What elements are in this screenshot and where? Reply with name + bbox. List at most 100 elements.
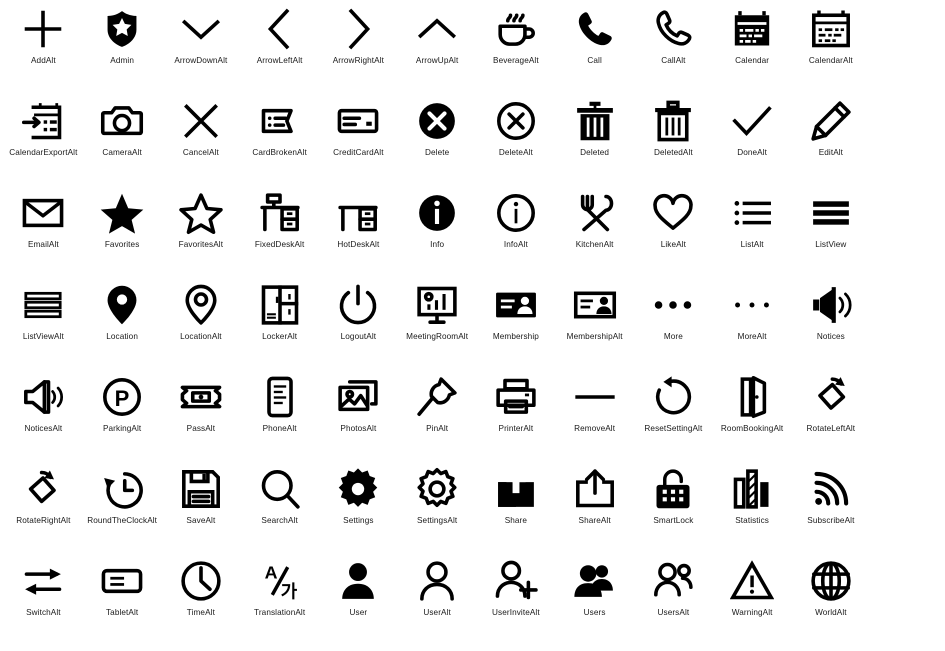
icon-cell-cameraalt[interactable]: CameraAlt — [87, 98, 158, 190]
icon-cell-donealt[interactable]: DoneAlt — [717, 98, 788, 190]
icon-cell-delete[interactable]: Delete — [402, 98, 473, 190]
icon-cell-favoritesalt[interactable]: FavoritesAlt — [166, 190, 237, 282]
icon-label: LockerAlt — [262, 332, 298, 341]
icon-cell-membershipalt[interactable]: MembershipAlt — [559, 282, 630, 374]
icon-cell-phonealt[interactable]: PhoneAlt — [244, 374, 315, 466]
icon-cell-roombookingalt[interactable]: RoomBookingAlt — [717, 374, 788, 466]
icon-cell-locationalt[interactable]: LocationAlt — [166, 282, 237, 374]
info-outline-icon — [493, 190, 539, 236]
icon-cell-settings[interactable]: Settings — [323, 466, 394, 558]
icon-cell-searchalt[interactable]: SearchAlt — [244, 466, 315, 558]
icon-cell-editalt[interactable]: EditAlt — [796, 98, 867, 190]
icon-cell-translationalt[interactable]: TranslationAlt — [244, 558, 315, 650]
icon-label: RoomBookingAlt — [720, 424, 784, 433]
icon-cell-listviewalt[interactable]: ListViewAlt — [8, 282, 79, 374]
id-card-filled-icon — [493, 282, 539, 328]
icon-cell-admin[interactable]: Admin — [87, 6, 158, 98]
icon-cell-kitchenalt[interactable]: KitchenAlt — [559, 190, 630, 282]
icon-label: UsersAlt — [657, 608, 690, 617]
icon-cell-hotdeskalt[interactable]: HotDeskAlt — [323, 190, 394, 282]
icon-cell-switchalt[interactable]: SwitchAlt — [8, 558, 79, 650]
icon-cell-removealt[interactable]: RemoveAlt — [559, 374, 630, 466]
icon-cell-callalt[interactable]: CallAlt — [638, 6, 709, 98]
icon-cell-logoutalt[interactable]: LogoutAlt — [323, 282, 394, 374]
icon-cell-resetsettingalt[interactable]: ResetSettingAlt — [638, 374, 709, 466]
icon-cell-user[interactable]: User — [323, 558, 394, 650]
chevron-down-icon — [178, 6, 224, 52]
icon-cell-useralt[interactable]: UserAlt — [402, 558, 473, 650]
icon-cell-timealt[interactable]: TimeAlt — [166, 558, 237, 650]
icon-cell-noticesalt[interactable]: NoticesAlt — [8, 374, 79, 466]
icon-cell-more[interactable]: More — [638, 282, 709, 374]
icon-label: DoneAlt — [737, 148, 768, 157]
icon-cell-lockeralt[interactable]: LockerAlt — [244, 282, 315, 374]
icon-cell-warningalt[interactable]: WarningAlt — [717, 558, 788, 650]
icon-cell-rotaterightalt[interactable]: RotateRightAlt — [8, 466, 79, 558]
icon-cell-creditcardalt[interactable]: CreditCardAlt — [323, 98, 394, 190]
minus-icon — [572, 374, 618, 420]
clock-icon — [178, 558, 224, 604]
icon-cell-emailalt[interactable]: EmailAlt — [8, 190, 79, 282]
icon-cell-roundtheclockalt[interactable]: RoundTheClockAlt — [87, 466, 158, 558]
icon-cell-printeralt[interactable]: PrinterAlt — [481, 374, 552, 466]
ticket-icon — [178, 374, 224, 420]
icon-cell-favorites[interactable]: Favorites — [87, 190, 158, 282]
icon-cell-photosalt[interactable]: PhotosAlt — [323, 374, 394, 466]
icon-cell-calendar[interactable]: Calendar — [717, 6, 788, 98]
icon-cell-statistics[interactable]: Statistics — [717, 466, 788, 558]
icon-label: RotateRightAlt — [16, 516, 71, 525]
icon-cell-subscribealt[interactable]: SubscribeAlt — [796, 466, 867, 558]
icon-cell-addalt[interactable]: AddAlt — [8, 6, 79, 98]
icon-label: RotateLeftAlt — [806, 424, 856, 433]
icon-cell-fixeddeskalt[interactable]: FixedDeskAlt — [244, 190, 315, 282]
icon-cell-morealt[interactable]: MoreAlt — [717, 282, 788, 374]
icon-cell-share[interactable]: Share — [481, 466, 552, 558]
icon-cell-call[interactable]: Call — [559, 6, 630, 98]
icon-cell-pinalt[interactable]: PinAlt — [402, 374, 473, 466]
icon-label: WorldAlt — [815, 608, 847, 617]
icon-cell-worldalt[interactable]: WorldAlt — [796, 558, 867, 650]
icon-cell-settingsalt[interactable]: SettingsAlt — [402, 466, 473, 558]
icon-cell-calendarexportalt[interactable]: CalendarExportAlt — [8, 98, 79, 190]
icon-cell-arrowdownalt[interactable]: ArrowDownAlt — [166, 6, 237, 98]
icon-cell-arrowupalt[interactable]: ArrowUpAlt — [402, 6, 473, 98]
icon-cell-arrowrightalt[interactable]: ArrowRightAlt — [323, 6, 394, 98]
icon-cell-calendaralt[interactable]: CalendarAlt — [796, 6, 867, 98]
icon-cell-deleted[interactable]: Deleted — [559, 98, 630, 190]
icon-label: More — [663, 332, 683, 341]
icon-cell-sharealt[interactable]: ShareAlt — [559, 466, 630, 558]
icon-cell-likealt[interactable]: LikeAlt — [638, 190, 709, 282]
locker-icon — [257, 282, 303, 328]
icon-cell-savealt[interactable]: SaveAlt — [166, 466, 237, 558]
icon-cell-tabletalt[interactable]: TabletAlt — [87, 558, 158, 650]
icon-label: SubscribeAlt — [807, 516, 855, 525]
icon-cell-userinvitealt[interactable]: UserInviteAlt — [481, 558, 552, 650]
icon-cell-users[interactable]: Users — [559, 558, 630, 650]
icon-cell-parkingalt[interactable]: ParkingAlt — [87, 374, 158, 466]
icon-cell-smartlock[interactable]: SmartLock — [638, 466, 709, 558]
icon-label: RoundTheClockAlt — [87, 516, 158, 525]
mobile-doc-icon — [257, 374, 303, 420]
icon-label: ListView — [815, 240, 847, 249]
chevron-right-icon — [335, 6, 381, 52]
icon-cell-info[interactable]: Info — [402, 190, 473, 282]
icon-cell-beveragealt[interactable]: BeverageAlt — [481, 6, 552, 98]
icon-label: Delete — [424, 148, 450, 157]
icon-cell-membership[interactable]: Membership — [481, 282, 552, 374]
icon-label: Notices — [816, 332, 845, 341]
icon-cell-cardbrokenalt[interactable]: CardBrokenAlt — [244, 98, 315, 190]
icon-cell-rotateleftalt[interactable]: RotateLeftAlt — [796, 374, 867, 466]
icon-cell-usersalt[interactable]: UsersAlt — [638, 558, 709, 650]
plus-icon — [20, 6, 66, 52]
icon-cell-arrowleftalt[interactable]: ArrowLeftAlt — [244, 6, 315, 98]
icon-cell-passalt[interactable]: PassAlt — [166, 374, 237, 466]
icon-cell-deletedalt[interactable]: DeletedAlt — [638, 98, 709, 190]
icon-cell-location[interactable]: Location — [87, 282, 158, 374]
icon-cell-notices[interactable]: Notices — [796, 282, 867, 374]
icon-cell-cancelalt[interactable]: CancelAlt — [166, 98, 237, 190]
icon-cell-deletealt[interactable]: DeleteAlt — [481, 98, 552, 190]
icon-cell-listalt[interactable]: ListAlt — [717, 190, 788, 282]
icon-cell-listview[interactable]: ListView — [796, 190, 867, 282]
icon-cell-infoalt[interactable]: InfoAlt — [481, 190, 552, 282]
icon-cell-meetingroomalt[interactable]: MeetingRoomAlt — [402, 282, 473, 374]
